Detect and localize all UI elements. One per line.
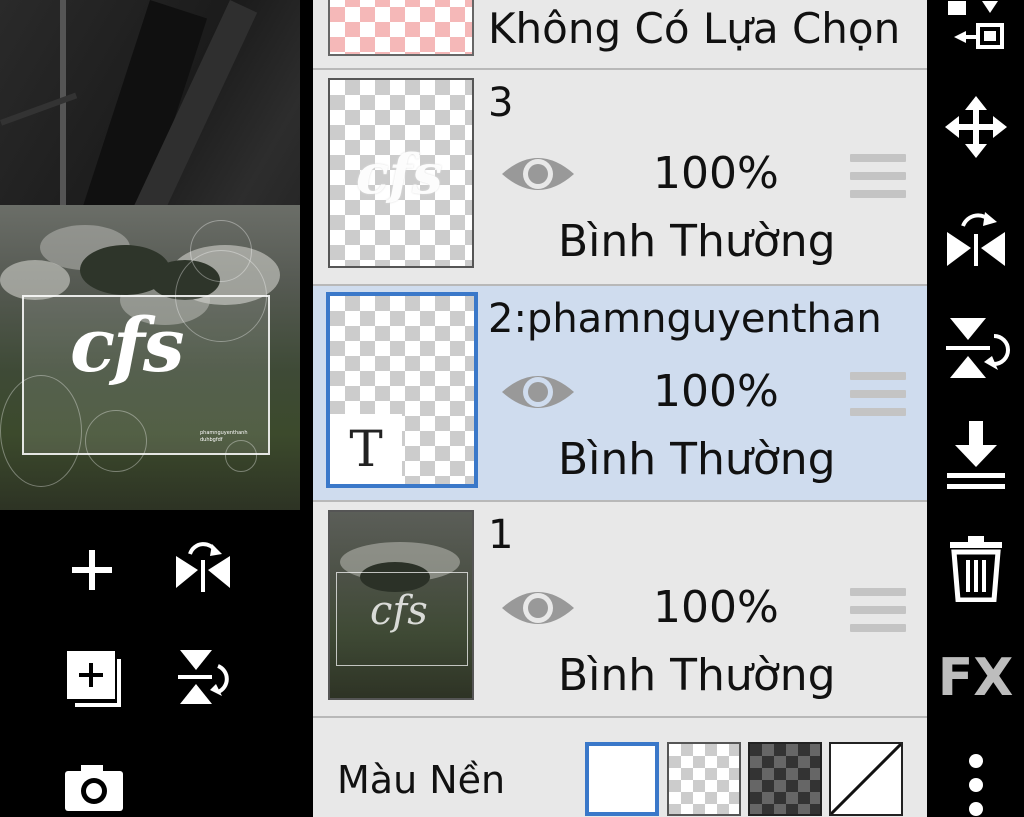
visibility-eye-icon[interactable] — [500, 582, 576, 634]
layer-opacity[interactable]: 100% — [653, 148, 779, 199]
drag-handle-icon[interactable] — [850, 588, 906, 642]
flip-vertical-button[interactable] — [927, 312, 1024, 384]
layer-thumbnail: T — [326, 292, 478, 488]
trash-icon — [949, 536, 1002, 602]
layer-blend-mode[interactable]: Bình Thường — [558, 650, 836, 701]
layer-row-3[interactable]: cfs 3 100% Bình Thường — [313, 70, 927, 286]
layer-name: 3 — [488, 80, 514, 126]
move-button[interactable] — [927, 94, 1024, 160]
flip-horizontal-icon — [176, 542, 230, 592]
layer-opacity[interactable]: 100% — [653, 366, 779, 417]
layer-opacity[interactable]: 100% — [653, 582, 779, 633]
logo-text: cfs — [70, 303, 185, 389]
flip-horizontal-button[interactable] — [170, 536, 236, 602]
flip-vertical-icon — [945, 318, 1010, 378]
move-icon — [944, 96, 1007, 158]
layer-row-no-selection[interactable]: Không Có Lựa Chọn — [313, 0, 927, 70]
flip-vertical-icon — [178, 650, 229, 704]
drag-handle-icon[interactable] — [850, 372, 906, 426]
layer-transfer-button[interactable] — [927, 0, 1024, 56]
bg-option-white[interactable] — [585, 742, 659, 816]
merge-down-button[interactable] — [927, 420, 1024, 492]
layer-thumbnail: cfs — [328, 510, 474, 700]
duplicate-layer-button[interactable] — [62, 646, 124, 708]
layer-row-1[interactable]: cfs 1 100% Bình Thường — [313, 502, 927, 718]
layer-blend-mode[interactable]: Bình Thường — [558, 216, 836, 267]
background-label: Màu Nền — [337, 758, 506, 802]
text-layer-badge: T — [330, 414, 402, 484]
more-icon — [968, 753, 983, 816]
caption-line-1: phamnguyenthanh — [200, 430, 248, 436]
bg-option-transparent-light[interactable] — [667, 742, 741, 816]
artwork-image: cfs phamnguyenthanh duhbgfdf — [0, 205, 300, 510]
merge-down-icon — [946, 421, 1005, 489]
layer-name: 1 — [488, 512, 514, 558]
small-caption: phamnguyenthanh duhbgfdf — [200, 430, 248, 444]
slash-icon — [831, 744, 901, 814]
canvas-preview[interactable]: cfs phamnguyenthanh duhbgfdf — [0, 0, 300, 510]
visibility-eye-icon[interactable] — [500, 366, 576, 418]
layer-thumbnail: cfs — [328, 78, 474, 268]
layer-thumbnail — [328, 0, 474, 56]
bg-option-none[interactable] — [829, 742, 903, 816]
more-options-button[interactable] — [927, 752, 1024, 817]
flip-vertical-button[interactable] — [170, 644, 236, 710]
duplicate-layer-icon — [67, 651, 121, 707]
layer-row-2[interactable]: T 2:phamnguyenthan 100% Bình Thường — [313, 286, 927, 502]
camera-button[interactable] — [62, 760, 126, 814]
add-layer-button[interactable] — [62, 540, 122, 600]
layer-name: Không Có Lựa Chọn — [488, 4, 901, 53]
add-layer-icon — [72, 550, 112, 590]
layer-blend-mode[interactable]: Bình Thường — [558, 434, 836, 485]
flip-horizontal-icon — [946, 212, 1005, 266]
layer-name: 2:phamnguyenthan — [488, 296, 882, 342]
camera-icon — [65, 765, 123, 811]
layer-panel: Không Có Lựa Chọn cfs 3 100% Bình Thường… — [313, 0, 927, 817]
drag-handle-icon[interactable] — [850, 154, 906, 208]
right-toolbar: FX — [927, 0, 1024, 817]
caption-line-2: duhbgfdf — [200, 437, 223, 443]
background-color-row: Màu Nền — [313, 718, 927, 817]
visibility-eye-icon[interactable] — [500, 148, 576, 200]
layer-transfer-icon — [947, 1, 1004, 49]
bg-option-transparent-dark[interactable] — [748, 742, 822, 816]
flip-horizontal-button[interactable] — [927, 202, 1024, 274]
delete-layer-button[interactable] — [927, 532, 1024, 604]
fx-button[interactable]: FX — [927, 645, 1024, 711]
